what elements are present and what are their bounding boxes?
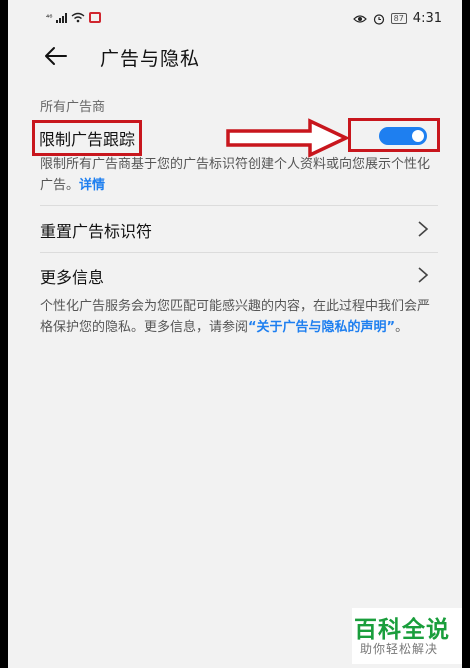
divider — [40, 252, 438, 253]
reset-ad-id-label: 重置广告标识符 — [40, 222, 153, 241]
watermark-logo: 百科全说 助你轻松解决 — [352, 608, 462, 664]
eye-icon — [352, 14, 367, 23]
alarm-icon — [373, 13, 384, 25]
wifi-icon — [71, 12, 85, 23]
battery-icon: 87 — [390, 13, 407, 24]
screen: ⁴⁶ 87 4:31 广告与隐私 所有广告商 限制广告跟踪 限制所有广告商基于您 — [8, 0, 462, 668]
status-right: 87 4:31 — [352, 11, 442, 26]
status-left: ⁴⁶ — [46, 12, 102, 23]
section-title: 所有广告商 — [40, 100, 106, 115]
notification-icon — [89, 12, 102, 23]
limit-tracking-label: 限制广告跟踪 — [32, 120, 143, 156]
header: 广告与隐私 — [8, 38, 462, 78]
signal-icon — [56, 12, 68, 23]
privacy-footer-text: 个性化广告服务会为您匹配可能感兴趣的内容，在此过程中我们会严格保护您的隐私。更多… — [40, 296, 440, 338]
details-link[interactable]: 详情 — [79, 178, 105, 193]
network-type-label: ⁴⁶ — [46, 12, 53, 22]
watermark-main-text: 百科全说 — [354, 617, 450, 643]
privacy-statement-link[interactable]: “关于广告与隐私的声明” — [248, 320, 395, 335]
pointer-arrow-annotation — [226, 118, 351, 158]
page-title: 广告与隐私 — [100, 48, 201, 70]
back-arrow-icon[interactable] — [42, 42, 70, 70]
watermark-sub-text: 助你轻松解决 — [360, 642, 439, 656]
more-info-label: 更多信息 — [40, 268, 105, 287]
status-time: 4:31 — [412, 11, 442, 26]
toggle-knob — [412, 130, 424, 142]
reset-ad-id-item[interactable]: 重置广告标识符 — [8, 208, 462, 252]
divider — [40, 205, 438, 206]
status-bar: ⁴⁶ 87 4:31 — [8, 0, 462, 38]
limit-tracking-description: 限制所有广告商基于您的广告标识符创建个人资料或向您展示个性化广告。详情 — [40, 154, 440, 196]
footer-end: 。 — [395, 320, 409, 335]
limit-tracking-toggle[interactable] — [379, 127, 427, 145]
more-info-item[interactable]: 更多信息 — [8, 254, 462, 298]
chevron-right-icon — [418, 221, 429, 237]
chevron-right-icon — [418, 267, 429, 283]
toggle-highlight-box — [348, 118, 440, 152]
